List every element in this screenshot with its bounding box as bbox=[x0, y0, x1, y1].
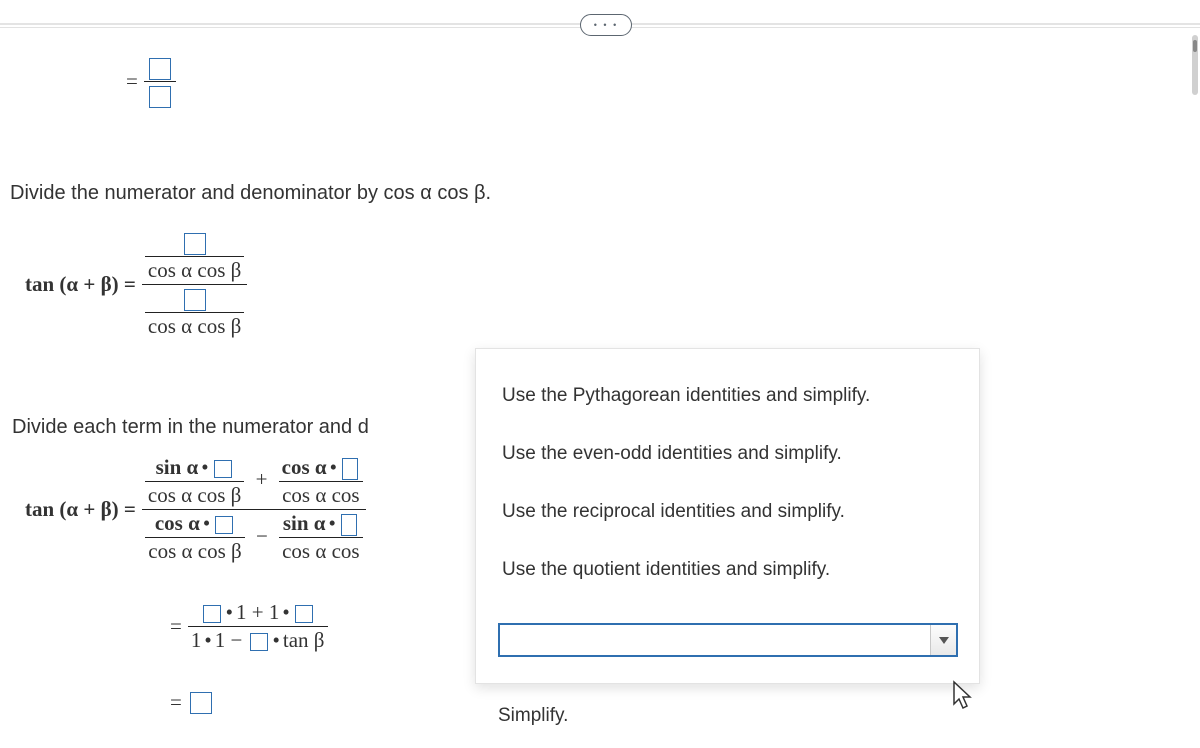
fraction bbox=[144, 55, 176, 108]
dropdown-option[interactable]: Use the quotient identities and simplify… bbox=[498, 541, 959, 599]
equals-sign: = bbox=[170, 614, 182, 639]
dropdown-option[interactable]: Use the even-odd identities and simplify… bbox=[498, 425, 959, 483]
inner-fraction-top: cos α cos β bbox=[145, 230, 244, 283]
big-fraction: sin α• cos α cos β + cos α• cos α cos co… bbox=[142, 455, 366, 564]
equation-step-3: = •1 + 1• 1•1 − •tan β bbox=[164, 600, 328, 653]
math-text: tan β bbox=[283, 628, 325, 652]
answer-input[interactable] bbox=[250, 633, 268, 651]
dropdown-option[interactable]: Use the reciprocal identities and simpli… bbox=[498, 483, 959, 541]
math-text: 1 bbox=[191, 628, 202, 652]
page: • • • = Divide the numerator and denomin… bbox=[0, 0, 1200, 748]
minus-sign: − bbox=[256, 524, 268, 548]
dot-icon: • bbox=[327, 455, 340, 479]
dot-icon: • bbox=[200, 511, 213, 535]
scrollbar-thumb[interactable] bbox=[1193, 40, 1197, 52]
cursor-icon bbox=[950, 680, 976, 710]
answer-input[interactable] bbox=[203, 605, 221, 623]
math-text: cos α cos bbox=[279, 539, 363, 564]
answer-input[interactable] bbox=[184, 289, 206, 311]
dot-icon: • bbox=[198, 455, 211, 479]
equals-sign: = bbox=[126, 69, 138, 94]
math-text: 1 + 1 bbox=[236, 600, 279, 624]
term-fraction: sin α• cos α cos bbox=[279, 511, 363, 564]
denom-text: cos α cos β bbox=[145, 258, 244, 283]
dropdown-option[interactable]: Use the Pythagorean identities and simpl… bbox=[498, 367, 959, 425]
math-text: cos α cos β bbox=[145, 539, 244, 564]
math-text: 1 − bbox=[215, 628, 243, 652]
term-fraction: sin α• cos α cos β bbox=[145, 455, 244, 508]
dot-icon: • bbox=[223, 600, 236, 624]
lhs-label: tan (α + β) = bbox=[25, 272, 136, 297]
math-text: sin α bbox=[283, 511, 326, 535]
denom-text: cos α cos β bbox=[145, 314, 244, 339]
answer-input[interactable] bbox=[342, 458, 358, 480]
fraction: •1 + 1• 1•1 − •tan β bbox=[188, 600, 328, 653]
math-text: sin α bbox=[156, 455, 199, 479]
inner-fraction-bot: cos α cos β bbox=[145, 286, 244, 339]
math-text: cos α cos bbox=[279, 483, 363, 508]
instruction-text: Divide each term in the numerator and d bbox=[12, 416, 480, 439]
math-text: cos α bbox=[282, 455, 327, 479]
math-text: cos α cos β bbox=[145, 483, 244, 508]
chevron-down-icon bbox=[930, 625, 956, 655]
equation-step-4: = bbox=[164, 690, 214, 715]
answer-input[interactable] bbox=[341, 514, 357, 536]
term-fraction: cos α• cos α cos β bbox=[145, 511, 244, 564]
answer-input[interactable] bbox=[215, 516, 233, 534]
term-fraction: cos α• cos α cos bbox=[279, 455, 363, 508]
dropdown-select[interactable] bbox=[498, 623, 958, 657]
equation-step-2: tan (α + β) = sin α• cos α cos β + cos α… bbox=[25, 455, 366, 564]
more-button[interactable]: • • • bbox=[580, 14, 632, 36]
answer-input[interactable] bbox=[184, 233, 206, 255]
lhs-label: tan (α + β) = bbox=[25, 497, 136, 522]
equation-step-0: = bbox=[120, 55, 176, 108]
dot-icon: • bbox=[201, 628, 214, 652]
answer-input[interactable] bbox=[149, 86, 171, 108]
big-fraction: cos α cos β cos α cos β bbox=[142, 230, 247, 339]
equation-step-1: tan (α + β) = cos α cos β cos α cos β bbox=[25, 230, 247, 339]
dot-icon: • bbox=[270, 628, 283, 652]
dot-icon: • bbox=[325, 511, 338, 535]
math-text: cos α bbox=[155, 511, 200, 535]
answer-input[interactable] bbox=[149, 58, 171, 80]
dot-icon: • bbox=[279, 600, 292, 624]
equals-sign: = bbox=[170, 690, 182, 715]
instruction-text: Simplify. bbox=[498, 705, 568, 727]
instruction-text: Divide the numerator and denominator by … bbox=[10, 182, 491, 205]
dropdown-panel: Use the Pythagorean identities and simpl… bbox=[475, 348, 980, 684]
answer-input[interactable] bbox=[295, 605, 313, 623]
answer-input[interactable] bbox=[214, 460, 232, 478]
answer-input[interactable] bbox=[190, 692, 212, 714]
plus-sign: + bbox=[256, 467, 268, 491]
